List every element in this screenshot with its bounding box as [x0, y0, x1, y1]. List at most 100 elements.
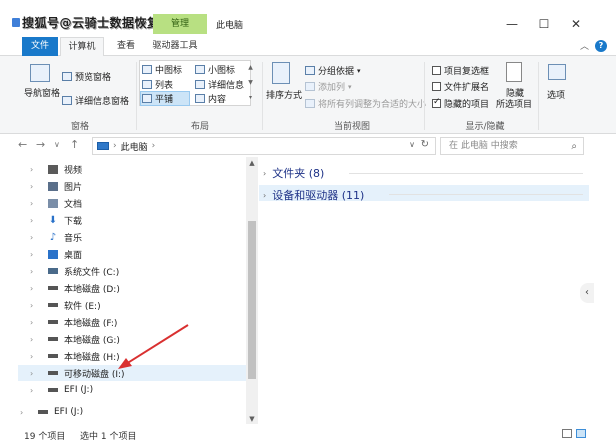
- breadcrumb-chevron-icon[interactable]: ›: [113, 141, 117, 151]
- tab-drive-tools[interactable]: 驱动器工具: [146, 37, 204, 56]
- tab-manage[interactable]: 管理: [153, 14, 207, 34]
- breadcrumb-chevron-icon[interactable]: ›: [152, 141, 156, 151]
- expand-icon[interactable]: ›: [30, 216, 40, 225]
- nav-item-music[interactable]: › ♪ 音乐: [18, 229, 246, 245]
- expand-icon[interactable]: ›: [30, 233, 40, 242]
- hidden-items-toggle[interactable]: 隐藏的项目: [432, 97, 489, 110]
- status-bar: 19 个项目 选中 1 个项目: [0, 424, 616, 444]
- scroll-down-icon[interactable]: ▼: [246, 415, 258, 423]
- nav-item-drive-f[interactable]: › 本地磁盘 (F:): [18, 314, 246, 330]
- refresh-icon[interactable]: ↻: [421, 139, 429, 150]
- expand-icon[interactable]: ›: [30, 352, 40, 361]
- watermark: 搜狐号@云骑士数据恢复: [22, 16, 160, 30]
- sort-by-icon[interactable]: [272, 62, 290, 84]
- title-bar: 搜狐号@云骑士数据恢复 管理 此电脑 — ☐ ✕: [0, 0, 616, 34]
- checkbox[interactable]: [432, 66, 441, 75]
- help-icon[interactable]: ?: [595, 40, 607, 52]
- layout-content[interactable]: 内容: [195, 92, 226, 105]
- address-bar[interactable]: › 此电脑 › ∨ ↻: [92, 137, 436, 155]
- layout-list[interactable]: 列表: [142, 78, 173, 91]
- sort-by-button[interactable]: 排序方式: [266, 88, 302, 101]
- nav-item-videos[interactable]: › 视频: [18, 161, 246, 177]
- layout-tiles[interactable]: 平铺: [140, 91, 190, 106]
- expand-icon[interactable]: ›: [20, 408, 30, 417]
- up-icon[interactable]: ↑: [70, 138, 79, 151]
- group-header-devices[interactable]: › 设备和驱动器 (11): [263, 187, 364, 203]
- forward-icon[interactable]: →: [36, 138, 45, 151]
- nav-item-downloads[interactable]: › ⬇ 下载: [18, 212, 246, 228]
- nav-item-drive-e[interactable]: › 软件 (E:): [18, 297, 246, 313]
- item-checkboxes-toggle[interactable]: 项目复选框: [432, 64, 489, 77]
- expand-icon[interactable]: ›: [30, 250, 40, 259]
- options-button[interactable]: 选项: [547, 88, 565, 101]
- checkbox[interactable]: [432, 82, 441, 91]
- recent-locations-icon[interactable]: ∨: [54, 140, 60, 149]
- details-pane-button[interactable]: 详细信息窗格: [62, 94, 129, 107]
- details-icon: [195, 80, 205, 89]
- size-columns-button[interactable]: 将所有列调整为合适的大小: [305, 97, 426, 110]
- group-by-button[interactable]: 分组依据 ▾: [305, 64, 361, 77]
- hide-selected-icon[interactable]: [506, 62, 522, 82]
- nav-scrollbar[interactable]: ▲ ▼: [246, 157, 258, 427]
- layout-details[interactable]: 详细信息: [195, 78, 244, 91]
- layout-scroll-icon[interactable]: ▲ ▼ ▾: [246, 60, 255, 106]
- tab-view[interactable]: 查看: [108, 37, 144, 56]
- nav-item-drive-j[interactable]: › EFI (J:): [18, 382, 246, 398]
- file-extensions-toggle[interactable]: 文件扩展名: [432, 80, 489, 93]
- nav-item-efi-root[interactable]: › EFI (J:): [18, 404, 246, 420]
- add-columns-button[interactable]: 添加列 ▾: [305, 80, 352, 93]
- scroll-up-icon[interactable]: ▲: [246, 159, 258, 167]
- scrollbar-thumb[interactable]: [248, 221, 256, 379]
- nav-item-drive-d[interactable]: › 本地磁盘 (D:): [18, 280, 246, 296]
- desktop-icon: [48, 249, 58, 259]
- nav-item-pictures[interactable]: › 图片: [18, 178, 246, 194]
- expand-icon[interactable]: ›: [30, 199, 40, 208]
- group-header-folders[interactable]: › 文件夹 (8): [263, 165, 324, 181]
- address-dropdown-icon[interactable]: ∨: [409, 140, 415, 149]
- breadcrumb-this-pc[interactable]: 此电脑: [121, 140, 148, 153]
- collapse-ribbon-icon[interactable]: ︿: [580, 39, 589, 52]
- quick-access-icon[interactable]: [12, 18, 20, 27]
- nav-item-documents[interactable]: › 文档: [18, 195, 246, 211]
- search-input[interactable]: 在 此电脑 中搜索 ⌕: [440, 137, 584, 155]
- checkbox-checked[interactable]: [432, 97, 441, 108]
- layout-small-icons[interactable]: 小图标: [195, 63, 235, 76]
- minimize-button[interactable]: —: [498, 14, 526, 34]
- back-icon[interactable]: ←: [18, 138, 27, 151]
- expand-icon[interactable]: ›: [30, 165, 40, 174]
- nav-item-drive-c[interactable]: › 系统文件 (C:): [18, 263, 246, 279]
- nav-item-desktop[interactable]: › 桌面: [18, 246, 246, 262]
- maximize-button[interactable]: ☐: [530, 14, 558, 34]
- navigation-pane-icon[interactable]: [30, 64, 50, 82]
- collapse-icon[interactable]: ›: [263, 191, 266, 200]
- tab-file[interactable]: 文件: [22, 37, 58, 56]
- expand-icon[interactable]: ›: [30, 267, 40, 276]
- expand-icon[interactable]: ›: [30, 182, 40, 191]
- expand-icon[interactable]: ›: [30, 284, 40, 293]
- navigation-pane-button[interactable]: 导航窗格: [24, 86, 60, 99]
- expand-icon[interactable]: ›: [30, 301, 40, 310]
- expand-icon[interactable]: ›: [30, 318, 40, 327]
- current-view-group-label: 当前视图: [333, 122, 370, 132]
- expand-icon[interactable]: ›: [30, 335, 40, 344]
- collapse-icon[interactable]: ›: [263, 169, 266, 178]
- details-view-icon[interactable]: [562, 429, 572, 438]
- expand-side-panel-icon[interactable]: ‹: [580, 283, 594, 303]
- preview-pane-button[interactable]: 预览窗格: [62, 70, 111, 83]
- large-icons-view-icon[interactable]: [576, 429, 586, 438]
- close-button[interactable]: ✕: [562, 14, 590, 34]
- drive-icon: [48, 388, 58, 392]
- details-pane-icon: [62, 96, 72, 105]
- layout-medium-icons[interactable]: 中图标: [142, 63, 182, 76]
- tab-computer[interactable]: 计算机: [60, 37, 104, 57]
- nav-item-drive-g[interactable]: › 本地磁盘 (G:): [18, 331, 246, 347]
- drive-icon: [48, 354, 58, 358]
- expand-icon[interactable]: ›: [30, 369, 40, 378]
- downloads-icon: ⬇: [48, 214, 58, 226]
- details-pane-label: 详细信息窗格: [75, 97, 130, 107]
- nav-item-drive-h[interactable]: › 本地磁盘 (H:): [18, 348, 246, 364]
- nav-item-drive-i[interactable]: › 可移动磁盘 (I:): [18, 365, 246, 381]
- options-icon[interactable]: [548, 64, 566, 80]
- expand-icon[interactable]: ›: [30, 386, 40, 395]
- search-icon[interactable]: ⌕: [571, 139, 577, 155]
